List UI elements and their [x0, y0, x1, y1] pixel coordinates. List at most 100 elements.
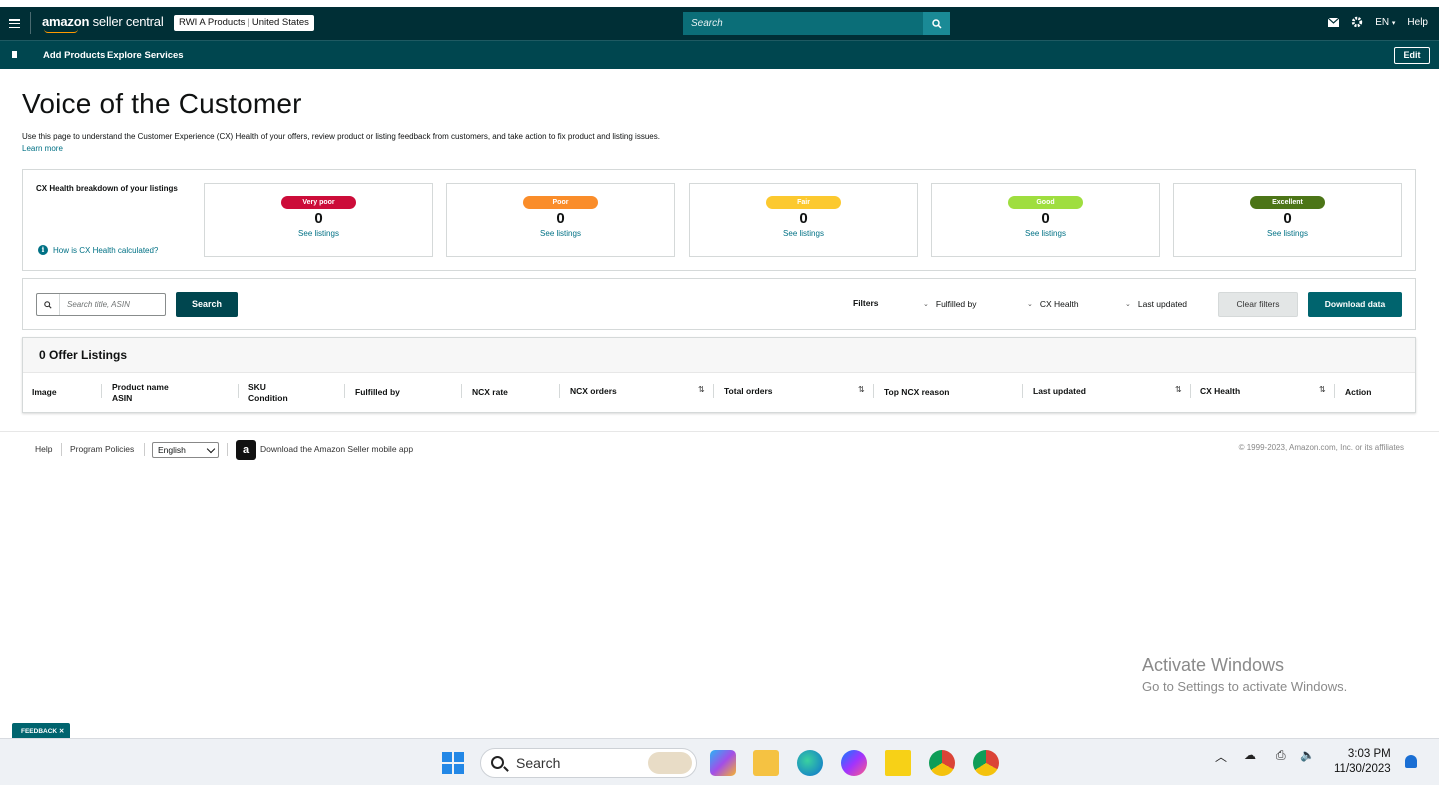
listing-search-placeholder: Search title, ASIN — [67, 300, 130, 309]
col-ncx-rate[interactable]: NCX rate — [472, 387, 508, 398]
col-fulfilled-by[interactable]: Fulfilled by — [355, 387, 400, 398]
col-asin-label: ASIN — [112, 393, 133, 403]
poor-see-listings[interactable]: See listings — [447, 229, 674, 238]
listings-count-heading: 0 Offer Listings — [23, 338, 1415, 373]
col-divider — [873, 384, 874, 398]
clock-date: 11/30/2023 — [1334, 763, 1391, 775]
language-selector[interactable]: EN ▾ — [1375, 17, 1395, 28]
page-description: Use this page to understand the Customer… — [22, 132, 660, 141]
bookmark-icon[interactable] — [12, 51, 17, 58]
col-product-name[interactable]: Product name ASIN — [112, 382, 169, 404]
seller-app-icon[interactable]: a — [236, 440, 256, 460]
good-count: 0 — [1041, 210, 1050, 227]
nav-explore-services[interactable]: Explore Services — [107, 50, 184, 61]
sort-icon[interactable]: ⇅ — [1319, 385, 1326, 394]
good-see-listings[interactable]: See listings — [932, 229, 1159, 238]
fulfilled-by-dropdown[interactable]: ⌄ Fulfilled by — [923, 299, 977, 309]
sort-icon[interactable]: ⇅ — [1175, 385, 1182, 394]
volume-icon[interactable]: 🔈 — [1300, 748, 1315, 762]
sticky-notes-icon[interactable] — [885, 750, 911, 776]
chrome-profile-icon[interactable] — [973, 750, 999, 776]
sub-nav: Add Products Explore Services Edit — [0, 40, 1439, 69]
listing-search-button[interactable]: Search — [176, 292, 238, 317]
excellent-count: 0 — [1283, 210, 1292, 227]
offer-listings-table: 0 Offer Listings Image Product name ASIN … — [22, 337, 1416, 413]
nav-add-products[interactable]: Add Products — [43, 50, 105, 61]
mail-icon[interactable] — [1328, 17, 1340, 27]
windows-start-icon[interactable] — [442, 752, 464, 774]
cx-health-help-text: How is CX Health calculated? — [53, 245, 159, 255]
sort-icon[interactable]: ⇅ — [698, 385, 705, 394]
filter-bar: Search title, ASIN Search Filters ⌄ Fulfi… — [22, 278, 1416, 330]
col-action: Action — [1345, 387, 1372, 397]
download-data-button[interactable]: Download data — [1308, 292, 1402, 317]
col-divider — [713, 384, 714, 398]
fulfilled-by-label: Fulfilled by — [935, 299, 977, 309]
col-top-ncx-reason[interactable]: Top NCX reason — [884, 387, 950, 398]
col-divider — [461, 384, 462, 398]
search-highlight-image — [648, 752, 692, 774]
footer-language-select[interactable]: English — [152, 442, 219, 458]
chrome-icon[interactable] — [929, 750, 955, 776]
learn-more-link[interactable]: Learn more — [22, 144, 63, 153]
footer-help-link[interactable]: Help — [35, 444, 52, 454]
poor-count: 0 — [556, 210, 565, 227]
messenger-icon[interactable] — [841, 750, 867, 776]
footer-policies-link[interactable]: Program Policies — [70, 444, 134, 454]
cx-card-excellent: Excellent 0 See listings — [1173, 183, 1402, 257]
onedrive-icon[interactable]: ☁ — [1244, 748, 1256, 762]
watermark-line2: Go to Settings to activate Windows. — [1142, 679, 1348, 694]
filters-label: Filters — [853, 298, 879, 308]
fair-see-listings[interactable]: See listings — [690, 229, 917, 238]
cx-health-help-link[interactable]: i How is CX Health calculated? — [38, 245, 158, 255]
copilot-icon[interactable] — [710, 750, 736, 776]
col-product-name-label: Product name — [112, 382, 169, 392]
global-search-button[interactable] — [923, 12, 950, 35]
activate-windows-watermark: Activate Windows Go to Settings to activ… — [1142, 655, 1347, 694]
footer-app-link[interactable]: Download the Amazon Seller mobile app — [260, 444, 413, 454]
last-updated-dropdown[interactable]: ⌄ Last updated — [1125, 299, 1187, 309]
taskbar-search[interactable]: Search — [480, 748, 697, 778]
search-icon — [931, 18, 942, 29]
copyright: © 1999-2023, Amazon.com, Inc. or its aff… — [1238, 443, 1404, 452]
col-total-orders[interactable]: Total orders — [724, 386, 773, 397]
file-explorer-icon[interactable] — [753, 750, 779, 776]
gear-icon[interactable] — [1351, 16, 1363, 28]
search-icon — [491, 756, 504, 769]
sort-icon[interactable]: ⇅ — [858, 385, 865, 394]
edge-icon[interactable] — [797, 750, 823, 776]
cx-card-fair: Fair 0 See listings — [689, 183, 918, 257]
col-ncx-orders[interactable]: NCX orders — [570, 386, 617, 397]
col-divider — [344, 384, 345, 398]
feedback-tab[interactable]: FEEDBACK ✕ — [12, 723, 70, 738]
cx-health-breakdown: CX Health breakdown of your listings i H… — [22, 169, 1416, 271]
col-sku[interactable]: SKU Condition — [248, 382, 288, 404]
very-poor-see-listings[interactable]: See listings — [205, 229, 432, 238]
page-title: Voice of the Customer — [22, 88, 302, 119]
excellent-see-listings[interactable]: See listings — [1174, 229, 1401, 238]
taskbar-clock[interactable]: 3:03 PM 11/30/2023 — [1334, 747, 1391, 777]
seller-central-logo[interactable]: amazon seller central — [42, 14, 164, 29]
account-region: United States — [251, 17, 309, 28]
account-switcher[interactable]: RWI A Products | United States — [174, 15, 314, 31]
notification-bell-icon[interactable] — [1405, 755, 1417, 768]
footer-divider — [0, 431, 1439, 432]
network-icon[interactable]: ⎙ — [1276, 748, 1286, 763]
col-last-updated[interactable]: Last updated — [1033, 386, 1086, 397]
clear-filters-button[interactable]: Clear filters — [1218, 292, 1298, 317]
edit-button[interactable]: Edit — [1394, 47, 1430, 64]
very-poor-count: 0 — [314, 210, 323, 227]
tray-chevron-up-icon[interactable]: ︿ — [1215, 748, 1227, 765]
help-link[interactable]: Help — [1407, 17, 1428, 28]
listing-search-field[interactable]: Search title, ASIN — [36, 293, 166, 316]
col-cx-health[interactable]: CX Health — [1200, 386, 1240, 397]
global-search-input[interactable]: Search — [683, 12, 923, 35]
col-sku-label: SKU — [248, 382, 266, 392]
top-strip — [0, 0, 1439, 7]
chevron-down-icon: ⌄ — [1125, 301, 1131, 308]
chevron-down-icon: ▾ — [1391, 19, 1396, 27]
search-icon — [37, 294, 60, 315]
menu-icon[interactable] — [9, 19, 20, 28]
nav-right: EN ▾ Help — [1328, 16, 1428, 28]
cx-health-dropdown[interactable]: ⌄ CX Health — [1027, 299, 1079, 309]
